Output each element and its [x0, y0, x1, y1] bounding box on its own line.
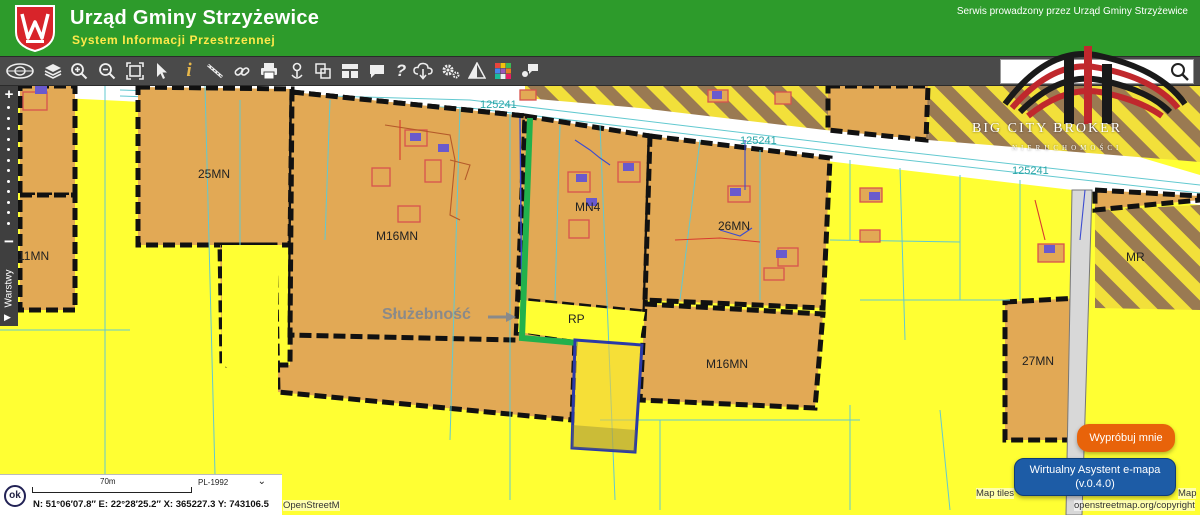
triangle-tool-icon[interactable]: [466, 60, 488, 82]
zone-label: 25MN: [198, 167, 231, 181]
app-subtitle: System Informacji Przestrzennej: [72, 33, 276, 47]
attribution-tiles: Map tiles: [976, 488, 1015, 499]
zone-label: MR: [1126, 250, 1145, 264]
coordinate-panel: ok 70m PL-1992 ⌄ N: 51°06′07.8″ E: 22°28…: [0, 474, 282, 515]
help-icon[interactable]: ?: [390, 60, 412, 82]
chevron-down-icon: ⌄: [257, 476, 266, 487]
select-cursor-icon[interactable]: [151, 60, 173, 82]
zoom-out-icon[interactable]: [96, 60, 118, 82]
road-number: 125241: [480, 99, 517, 111]
layers-tab-label: Warstwy: [3, 269, 15, 308]
road-number: 125241: [1012, 165, 1049, 177]
watermark-subtitle: NIERUCHOMOŚCI: [1012, 144, 1123, 152]
cloud-download-icon[interactable]: [412, 60, 434, 82]
assistant-name: Wirtualny Asystent e-mapa: [1029, 464, 1161, 476]
layers-panel-tab[interactable]: Warstwy ▶: [0, 262, 18, 326]
zoom-slider[interactable]: [7, 106, 11, 232]
zone-label: M16MN: [706, 357, 749, 371]
zoom-in-icon[interactable]: [68, 60, 90, 82]
zone-label: 27MN: [1022, 354, 1055, 368]
layout-icon[interactable]: [339, 60, 361, 82]
ok-button[interactable]: ok: [4, 485, 26, 507]
legend-grid-icon[interactable]: [492, 60, 514, 82]
scale-bar: [32, 487, 192, 493]
coordinates-readout: N: 51°06′07.8″ E: 22°28′25.2″ X: 365227.…: [33, 499, 269, 510]
coat-of-arms-icon: [15, 5, 55, 52]
easement-annotation: Służebność: [382, 306, 471, 323]
virtual-assistant-button[interactable]: Wirtualny Asystent e-mapa (v.0.4.0): [1014, 458, 1176, 496]
zone-label: 26MN: [718, 219, 751, 233]
operator-text: Serwis prowadzony przez Urząd Gminy Strz…: [956, 6, 1188, 17]
zoom-out-button[interactable]: −: [2, 233, 16, 250]
broker-logo-watermark: [1002, 46, 1188, 124]
zoom-in-button[interactable]: +: [2, 87, 16, 102]
link-icon[interactable]: [231, 60, 253, 82]
zone-label: MN4: [575, 200, 601, 214]
print-icon[interactable]: [258, 60, 280, 82]
assistant-try-button[interactable]: Wypróbuj mnie: [1077, 424, 1175, 452]
crs-value: PL-1992: [198, 478, 229, 487]
overview-map-icon[interactable]: [4, 60, 36, 82]
expand-arrow-icon: ▶: [4, 312, 11, 322]
hatched-zone-mr: [1095, 205, 1200, 310]
full-extent-icon[interactable]: [124, 60, 146, 82]
extract-icon[interactable]: [312, 60, 334, 82]
road-number: 125241: [740, 135, 777, 147]
settings-gears-icon[interactable]: [440, 60, 462, 82]
zone-label: RP: [568, 312, 585, 326]
attribution-osm[interactable]: OpenStreetM: [283, 500, 340, 511]
watermark-title: BIG CITY BROKER: [972, 121, 1123, 136]
assistant-version: (v.0.4.0): [1075, 478, 1115, 490]
measure-ruler-icon[interactable]: [204, 60, 226, 82]
zone-label: 11MN: [18, 249, 50, 263]
app-window: Urząd Gminy Strzyżewice System Informacj…: [0, 0, 1200, 515]
comment-icon[interactable]: [366, 60, 388, 82]
annotate-icon[interactable]: [519, 60, 541, 82]
scale-label: 70m: [100, 477, 116, 486]
zone-label: M16MN: [376, 229, 419, 243]
info-icon[interactable]: i: [178, 60, 200, 82]
geolocate-pin-icon[interactable]: [286, 60, 308, 82]
layers-icon[interactable]: [42, 60, 64, 82]
app-title: Urząd Gminy Strzyżewice: [70, 7, 320, 29]
crs-select[interactable]: PL-1992 ⌄: [198, 476, 272, 492]
attribution-osm-link[interactable]: openstreetmap.org/copyright: [1074, 500, 1195, 511]
attribution-map: Map: [1178, 488, 1197, 499]
